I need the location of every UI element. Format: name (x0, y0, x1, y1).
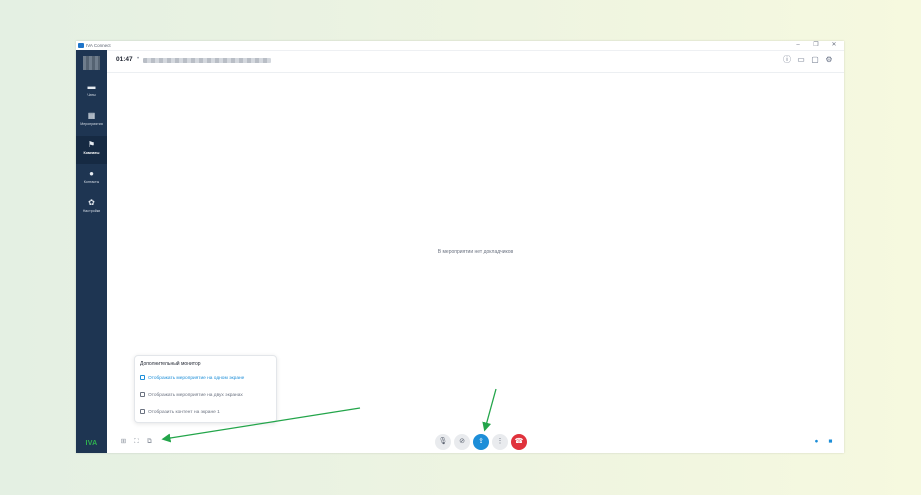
calendar-icon: ▦ (87, 111, 96, 120)
room-icon: ⚑ (87, 140, 96, 149)
sidebar-item-rooms[interactable]: ⚑ Комнаты (76, 136, 107, 164)
monitor-icon (140, 392, 145, 397)
option-two-screens[interactable]: Отображать мероприятие на двух экранах (140, 392, 243, 398)
folder-icon[interactable]: ▭ (796, 55, 806, 65)
grid-layout-icon[interactable]: ⊞ (119, 437, 128, 446)
microphone-button[interactable]: 🎙 (435, 434, 451, 450)
chat-icon[interactable]: ▢ (810, 55, 820, 65)
gear-icon: ✿ (88, 198, 95, 207)
popup-title: Дополнительный монитор (140, 361, 201, 367)
sidebar-item-settings[interactable]: ✿ Настройки (76, 194, 107, 222)
hang-up-icon: ☎ (514, 438, 524, 445)
sidebar-item-label: Чаты (87, 93, 96, 97)
sidebar: ▬ Чаты ▦ Мероприятия ⚑ Комнаты ● Контакт… (76, 50, 107, 453)
brand-logo: IVA (85, 440, 98, 447)
camera-off-icon: ⊘ (459, 438, 465, 445)
header-separator: • (137, 56, 140, 62)
monitor-icon (140, 409, 145, 414)
share-screen-icon: ⇪ (478, 438, 484, 445)
minimize-button[interactable]: – (790, 41, 806, 50)
sidebar-item-label: Комнаты (83, 151, 100, 155)
chat-icon: ▬ (87, 82, 96, 91)
meeting-timer: 01:47 (116, 56, 133, 63)
sidebar-item-contacts[interactable]: ● Контакты (76, 165, 107, 193)
app-logo-icon (78, 43, 84, 48)
option-label: Отобразить контент на экране 1 (148, 410, 220, 415)
sidebar-item-label: Мероприятия (80, 122, 103, 126)
empty-speakers-message: В мероприятии нет докладчиков (437, 249, 514, 255)
option-label: Отображать мероприятие на двух экранах (148, 393, 243, 398)
sidebar-item-chats[interactable]: ▬ Чаты (76, 78, 107, 106)
avatar[interactable] (83, 56, 100, 70)
meeting-title-redacted (143, 58, 271, 63)
option-content-screen-1[interactable]: Отобразить контент на экране 1 (140, 409, 220, 415)
meeting-header: 01:47 • ⓘ ▭ ▢ ⚙ (107, 50, 844, 73)
bottom-toolbar: ⊞ ⛶ ⧉ 🎙 ⊘ ⇪ ⋮ ☎ ● ■ (107, 431, 844, 453)
more-button[interactable]: ⋮ (492, 434, 508, 450)
share-screen-button[interactable]: ⇪ (473, 434, 489, 450)
close-button[interactable]: ✕ (826, 41, 842, 50)
chat-bubble-icon[interactable]: ■ (826, 437, 835, 446)
monitor-popup: Дополнительный монитор Отображать меропр… (134, 355, 277, 423)
sidebar-item-events[interactable]: ▦ Мероприятия (76, 107, 107, 135)
monitor-icon (140, 375, 145, 380)
participants-icon[interactable]: ● (812, 437, 821, 446)
camera-button[interactable]: ⊘ (454, 434, 470, 450)
maximize-button[interactable]: ❐ (808, 41, 824, 50)
window-title: IVA Connect (86, 43, 111, 48)
more-icon: ⋮ (496, 438, 504, 445)
sidebar-item-label: Контакты (83, 180, 100, 184)
second-monitor-icon[interactable]: ⧉ (145, 437, 154, 446)
hang-up-button[interactable]: ☎ (511, 434, 527, 450)
option-single-screen[interactable]: Отображать мероприятие на одном экране (140, 375, 244, 381)
settings-icon[interactable]: ⚙ (824, 55, 834, 65)
microphone-icon: 🎙 (438, 438, 448, 445)
fullscreen-icon[interactable]: ⛶ (132, 437, 141, 446)
option-label: Отображать мероприятие на одном экране (148, 376, 245, 381)
contacts-icon: ● (89, 169, 94, 178)
info-icon[interactable]: ⓘ (782, 55, 792, 65)
sidebar-item-label: Настройки (82, 209, 101, 213)
app-window: IVA Connect – ❐ ✕ ▬ Чаты ▦ Мероприятия ⚑… (76, 41, 844, 453)
